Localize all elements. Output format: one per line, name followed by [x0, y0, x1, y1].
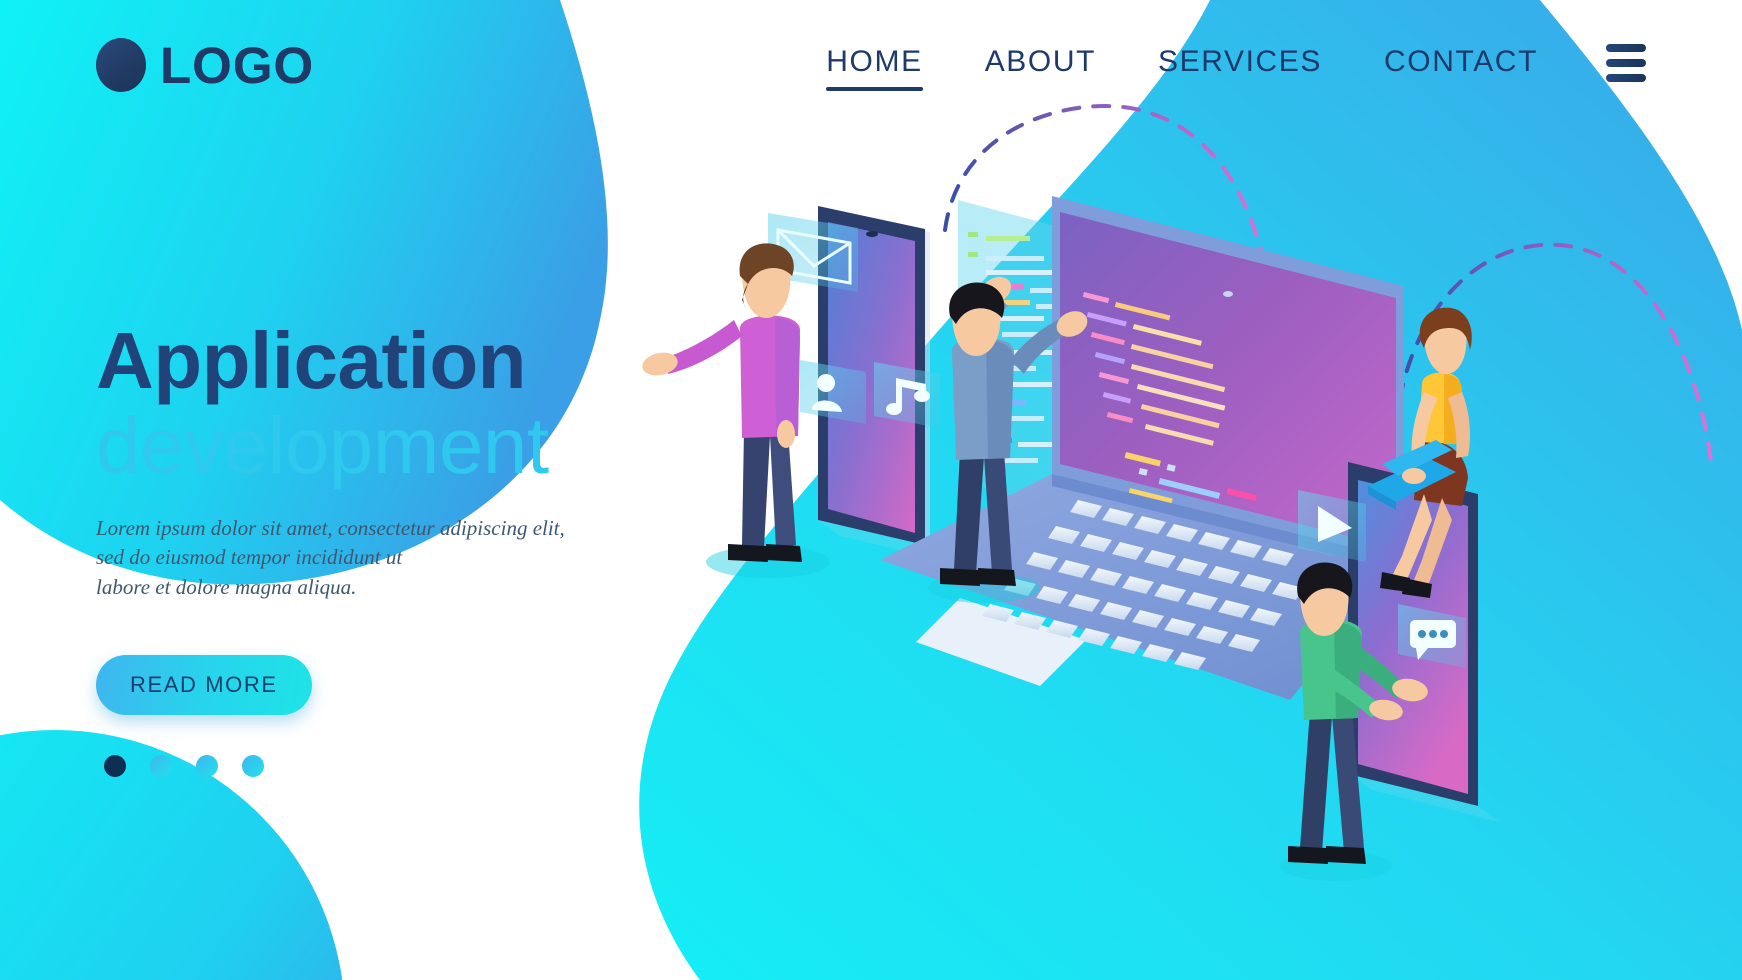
- carousel-dot-3[interactable]: [196, 755, 218, 778]
- read-more-button[interactable]: READ MORE: [96, 655, 312, 716]
- hero-title-line-1: Application: [96, 316, 527, 405]
- carousel-dot-4[interactable]: [242, 755, 264, 778]
- carousel-dot-2[interactable]: [150, 755, 172, 778]
- carousel-dot-1[interactable]: [104, 755, 126, 778]
- hero-subtitle-line-2: sed do eiusmod tempor incididunt ut: [96, 545, 403, 570]
- nav-link-home[interactable]: HOME: [826, 45, 924, 91]
- hamburger-menu-icon[interactable]: [1606, 44, 1646, 82]
- hero-title-line-2: development: [96, 400, 549, 490]
- hero-subtitle: Lorem ipsum dolor sit amet, consectetur …: [96, 514, 736, 603]
- hero-subtitle-line-3: labore et dolore magna aliqua.: [96, 575, 357, 600]
- nav-link-about[interactable]: ABOUT: [985, 45, 1096, 91]
- nav-link-contact[interactable]: CONTACT: [1384, 45, 1538, 91]
- nav-links: HOME ABOUT SERVICES CONTACT: [826, 44, 1646, 92]
- carousel-dots: [104, 755, 736, 778]
- circle-logo-mark: [96, 38, 146, 92]
- logo-text: LOGO: [160, 36, 315, 94]
- nav-link-services[interactable]: SERVICES: [1158, 45, 1322, 91]
- logo[interactable]: LOGO: [96, 38, 314, 92]
- hero-subtitle-line-1: Lorem ipsum dolor sit amet, consectetur …: [96, 515, 565, 540]
- hero-section: Application development Lorem ipsum dolo…: [96, 316, 736, 778]
- top-navbar: LOGO HOME ABOUT SERVICES CONTACT: [0, 0, 1742, 140]
- landing-page: LOGO HOME ABOUT SERVICES CONTACT Applica…: [0, 0, 1742, 980]
